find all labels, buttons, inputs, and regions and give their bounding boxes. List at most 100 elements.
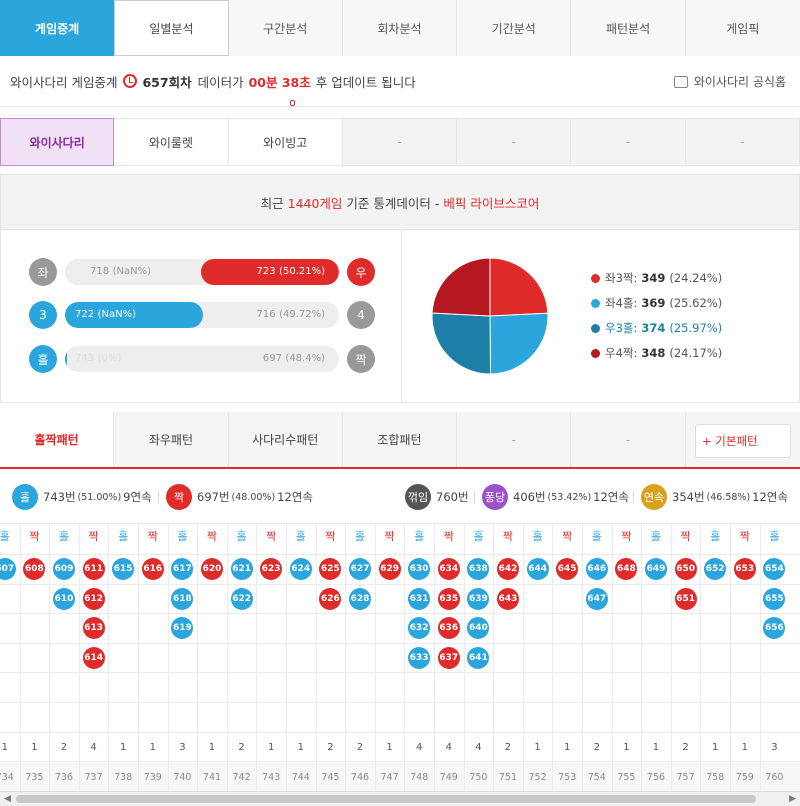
even-ball: 636 [437,617,460,640]
tab-period-analysis[interactable]: 기간분석 [457,0,572,56]
left-badge: 좌 [29,258,57,286]
even-ball: 612 [82,587,105,610]
even-ball: 613 [82,617,105,640]
official-home-label: 와이사다리 공식홈 [693,75,786,89]
odd-ball: 624 [289,558,312,580]
clock-icon [123,74,138,88]
odd-fill-bar [65,346,67,372]
streak-count: 1 [652,742,660,753]
even-ball: 635 [437,587,460,610]
scroll-left-icon[interactable]: ◀ [4,794,11,804]
round-number: 736 [54,772,74,783]
continuous-summary: 연속 354번 (46.58%) 12연속 [641,483,788,511]
legend-value: 374 [641,321,666,335]
tab-range-analysis[interactable]: 구간분석 [228,0,343,56]
even-ball: 637 [437,646,460,669]
streak-count: 2 [682,742,689,753]
legend-label: 우4짝 [605,346,634,360]
even-ball: 629 [378,558,401,580]
even-ball: 611 [82,558,105,580]
tab-ladder-count-pattern[interactable]: 사다리수패턴 [228,412,343,467]
streak-count: 2 [238,742,245,753]
right-value: 723 (50.21%) [256,266,325,277]
legend-item: 우4짝 : 348 (24.17%) [591,345,722,361]
odd-ball: 655 [763,587,786,610]
even-ball: 650 [674,558,697,580]
divider [158,490,159,504]
streak-count: 4 [90,742,97,753]
tab-y-ladder[interactable]: 와이사다리 [0,118,115,166]
tab-round-analysis[interactable]: 회차분석 [342,0,458,56]
odd-even-pattern-grid: 홀6071734짝6081735홀6096102736짝611612613614… [0,523,800,792]
odd-streak: 9연속 [123,490,152,504]
even-summary: 짝 697번 (48.00%) 12연속 [166,483,313,511]
tab-empty: - [571,412,686,467]
tab-y-bingo[interactable]: 와이빙고 [228,118,343,166]
scroll-right-icon[interactable]: ▶ [789,794,796,804]
odd-header: 홀 [473,530,484,543]
odd-header: 홀 [354,530,366,543]
round-number: 753 [558,772,577,783]
even-badge: 짝 [347,345,375,373]
odd-ball: 644 [526,558,549,580]
round-number: 740 [173,772,192,783]
tab-pattern-analysis[interactable]: 패턴분석 [571,0,686,56]
even-value: 697 (48.4%) [262,353,325,364]
tab-combination-pattern[interactable]: 조합패턴 [342,412,458,467]
basic-pattern-button[interactable]: + 기본패턴 [695,424,791,458]
scrollbar-thumb[interactable] [16,795,756,803]
pie-slice-right4-even [431,257,491,317]
odd-pct: (51.00%) [77,491,122,503]
odd-ball: 622 [230,587,253,610]
update-info-bar: 와이사다리 게임중계 657회차 데이터가 00분 38초 후 업데이트 됩니다… [0,56,800,107]
streak-count: 1 [386,742,393,753]
bounce-summary: 꺾임 760번 [405,483,469,511]
streak-count: 1 [31,742,38,753]
tab-daily-analysis[interactable]: 일별분석 [114,0,229,56]
even-header: 짝 [384,530,395,543]
tab-empty: - [342,118,458,166]
pie-slice-left4-odd [489,312,549,375]
four-badge: 4 [347,301,375,329]
streak-count: 1 [149,742,156,753]
odd-ball: 618 [171,587,194,610]
odd-header: 홀 [710,530,721,543]
tab-game-pick[interactable]: 게임픽 [685,0,800,56]
info-prefix: 와이사다리 게임중계 [10,74,118,90]
legend-dot [591,323,600,333]
odd-header: 홀 [58,530,70,543]
even-header: 짝 [266,530,277,543]
even-ball: 651 [674,587,697,610]
even-ball: 653 [733,558,756,580]
round-number: 755 [617,772,636,783]
round-number: 759 [735,772,754,783]
even-header: 짝 [147,530,158,543]
odd-header: 홀 [0,530,10,543]
info-suffix: 후 업데이트 됩니다 [315,74,416,90]
round-number: 758 [706,772,725,783]
stats-game-count: 1440게임 [287,195,343,211]
legend-label: 우3홀 [605,321,634,335]
official-home-link[interactable]: 와이사다리 공식홈 [673,73,786,90]
tab-y-roulette[interactable]: 와이룰렛 [114,118,229,166]
continuous-streak: 12연속 [752,490,788,504]
round-number: 760 [765,772,784,783]
tab-left-right-pattern[interactable]: 좌우패턴 [114,412,229,467]
horizontal-scrollbar[interactable]: ◀ ▶ [0,791,800,806]
divider [633,490,634,504]
odd-ball: 647 [585,587,608,610]
legend-dot [591,273,600,283]
four-value: 716 (49.72%) [256,309,325,320]
even-ball: 634 [437,558,460,580]
bounce-count: 760번 [436,490,469,504]
odd-header: 홀 [118,530,129,543]
round-number: 749 [439,772,458,783]
pie-slice-right3-odd [431,312,492,375]
tab-game-broadcast[interactable]: 게임중계 [0,0,115,56]
round-number: 756 [646,772,666,783]
even-header: 짝 [680,530,691,543]
tab-odd-even-pattern[interactable]: 홀짝패턴 [0,412,115,467]
continuous-icon: 연속 [641,484,667,510]
stat-row-3-4: 3 722 (NaN%) 716 (49.72%) 4 [29,301,377,329]
odd-header: 홀 [532,530,543,543]
